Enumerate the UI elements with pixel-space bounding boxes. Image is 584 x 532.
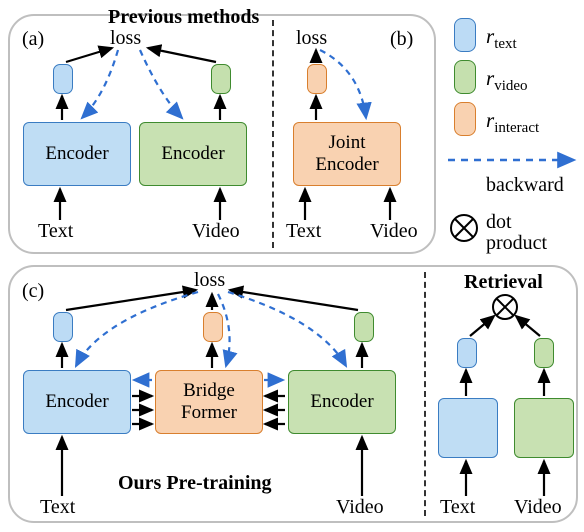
encoder-text-a-label: Encoder (45, 143, 108, 165)
label-video-c: Video (336, 496, 384, 519)
bridge-former: Bridge Former (155, 370, 263, 434)
separator-bottom (424, 272, 426, 516)
encoder-video-a-label: Encoder (161, 143, 224, 165)
joint-encoder-b: Joint Encoder (293, 122, 401, 186)
capsule-rtext-c (53, 312, 73, 342)
legend-rtext: rtext (486, 24, 517, 53)
capsule-rinteract-b (307, 64, 327, 94)
capsule-rtext-a (53, 64, 73, 94)
capsule-rtext-r (457, 338, 477, 368)
encoder-video-c-label: Encoder (310, 391, 373, 413)
label-c: (c) (22, 280, 44, 303)
legend-rinteract: rinteract (486, 108, 539, 137)
encoder-video-c: Encoder (288, 370, 396, 434)
encoder-text-c-label: Encoder (45, 391, 108, 413)
bridge-former-label: Bridge Former (181, 380, 237, 424)
title-retrieval: Retrieval (464, 271, 543, 294)
capsule-rinteract-c (203, 312, 223, 342)
label-text-a: Text (38, 220, 73, 243)
label-video-a: Video (192, 220, 240, 243)
text-loss-c: loss (194, 269, 225, 292)
legend-capsule-text (454, 18, 476, 52)
label-video-r: Video (514, 496, 562, 519)
encoder-text-a: Encoder (23, 122, 131, 186)
label-text-b: Text (286, 220, 321, 243)
legend-backward-label: backward (486, 174, 564, 197)
encoder-video-a: Encoder (139, 122, 247, 186)
label-video-b: Video (370, 220, 418, 243)
legend-rvideo: rvideo (486, 66, 528, 95)
encoder-text-c: Encoder (23, 370, 131, 434)
capsule-rvideo-r (534, 338, 554, 368)
encoder-video-r (514, 398, 574, 458)
diagram-canvas: Previous methods (a) (b) loss loss Encod… (0, 0, 584, 532)
capsule-rvideo-c (354, 312, 374, 342)
label-a: (a) (22, 28, 44, 51)
label-b: (b) (390, 28, 413, 51)
capsule-rvideo-a (211, 64, 231, 94)
encoder-text-r (438, 398, 498, 458)
joint-encoder-b-label: Joint Encoder (315, 132, 378, 176)
text-loss-a: loss (110, 27, 141, 50)
title-previous-methods: Previous methods (108, 6, 259, 29)
title-ours: Ours Pre-training (118, 472, 272, 495)
text-loss-b: loss (296, 27, 327, 50)
legend-dotproduct-label: dotproduct (486, 212, 547, 254)
label-text-c: Text (40, 496, 75, 519)
legend-capsule-video (454, 60, 476, 94)
legend-capsule-interact (454, 102, 476, 136)
separator-top (272, 20, 274, 248)
label-text-r: Text (440, 496, 475, 519)
